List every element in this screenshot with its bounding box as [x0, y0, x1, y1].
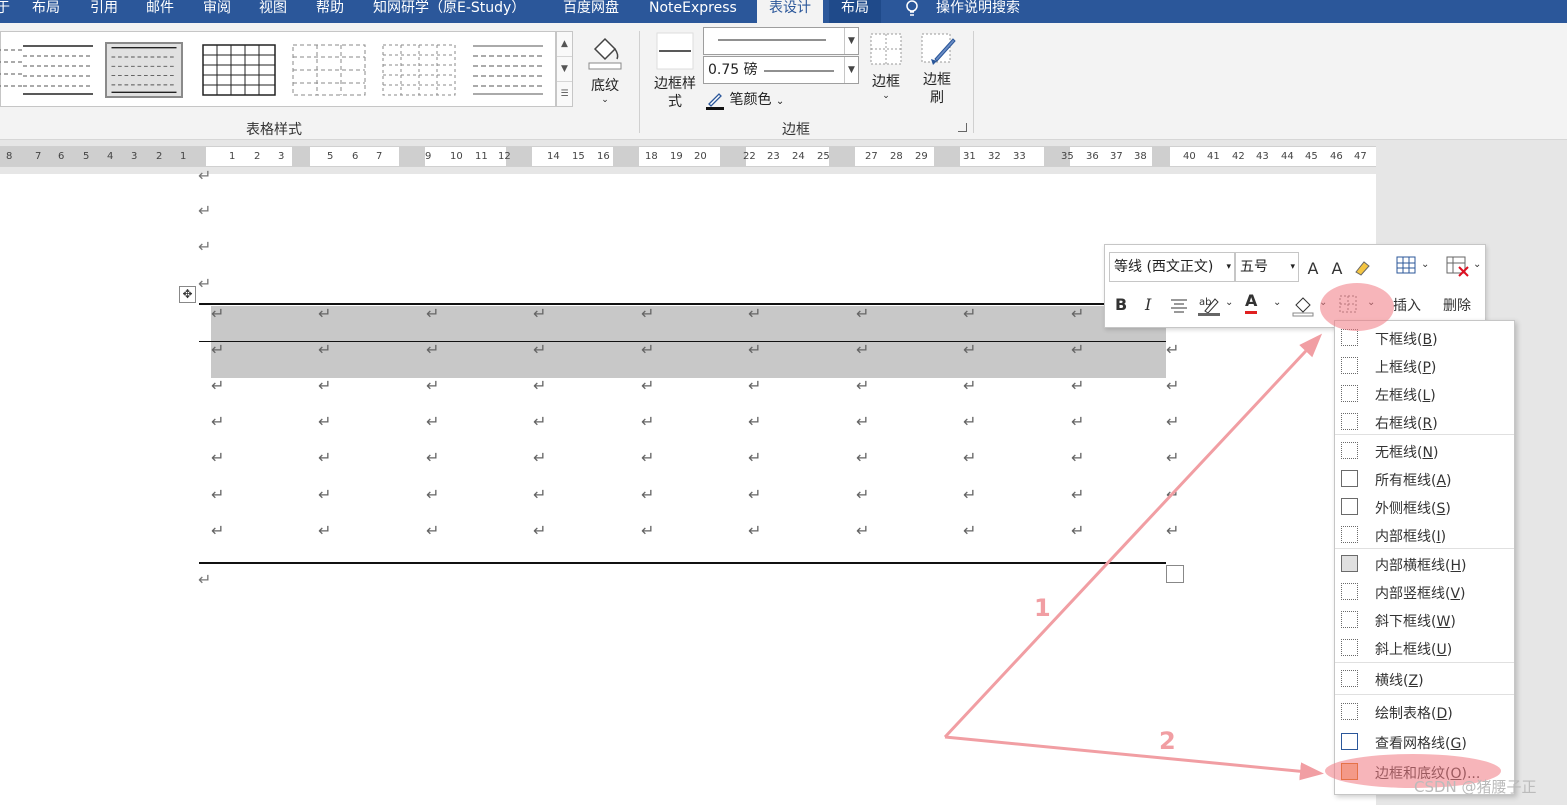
annotation-arrows	[943, 333, 1324, 781]
watermark: CSDN @猪腰子正	[1414, 778, 1537, 796]
annotation-step1: 1	[1034, 594, 1051, 622]
annotation-step2: 2	[1159, 727, 1176, 755]
arrow-step2	[944, 735, 1324, 781]
arrow-step1	[943, 333, 1323, 739]
